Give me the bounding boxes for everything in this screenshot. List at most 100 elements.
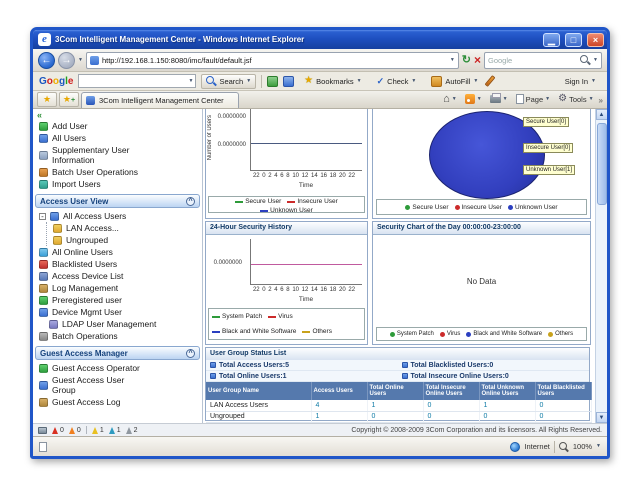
- nav-supplementary-user-information[interactable]: Supplementary User Information: [33, 144, 202, 166]
- google-search-button[interactable]: Search ▼: [201, 74, 256, 89]
- print-button[interactable]: ▼: [487, 91, 511, 107]
- nav-all-users[interactable]: All Users: [33, 132, 202, 144]
- section-guest-access-manager[interactable]: Guest Access Manager ^: [35, 346, 200, 360]
- nav-all-access-users[interactable]: - All Access Users: [33, 210, 202, 222]
- check-button[interactable]: ✓ Check ▼: [372, 74, 422, 89]
- tools-dropdown-icon: ▼: [589, 97, 594, 102]
- search-icon[interactable]: [580, 55, 590, 65]
- nav-ldap-user-management[interactable]: LDAP User Management: [43, 318, 202, 330]
- section-access-user-view[interactable]: Access User View ^: [35, 194, 200, 208]
- y-tick-label: 0.0000000: [210, 260, 242, 266]
- zoom-dropdown-icon[interactable]: ▼: [596, 444, 601, 449]
- home-button[interactable]: ⌂▼: [440, 91, 460, 107]
- nav-blacklisted-users[interactable]: Blacklisted Users: [33, 258, 202, 270]
- nav-log-management[interactable]: Log Management: [33, 282, 202, 294]
- refresh-button[interactable]: ↻: [462, 55, 471, 66]
- vertical-scrollbar[interactable]: ▲ ▼: [595, 109, 607, 423]
- legend-item: Unknown User: [260, 207, 313, 214]
- page-menu-button[interactable]: Page▼: [513, 91, 553, 107]
- alarm-critical[interactable]: 0: [52, 427, 64, 434]
- value-cell[interactable]: 1: [367, 400, 423, 411]
- nav-add-user[interactable]: Add User: [33, 120, 202, 132]
- scrollbar-thumb[interactable]: [597, 123, 607, 205]
- value-cell[interactable]: 0: [535, 411, 591, 422]
- bookmarks-button[interactable]: ★ Bookmarks ▼: [299, 74, 366, 89]
- tab-imc[interactable]: 3Com Intelligent Management Center: [81, 92, 239, 108]
- alarm-info[interactable]: 2: [126, 427, 138, 434]
- highlighter-icon[interactable]: [485, 75, 496, 87]
- system-patch-swatch-icon: [212, 316, 220, 318]
- add-favorite-button[interactable]: ★+: [59, 92, 79, 107]
- nav-ungrouped[interactable]: Ungrouped: [47, 234, 202, 246]
- forward-button[interactable]: →: [58, 52, 75, 69]
- alarm-warning[interactable]: 1: [109, 427, 121, 434]
- sign-in-label: Sign In: [565, 77, 588, 86]
- value-cell[interactable]: 1: [311, 411, 367, 422]
- value-cell[interactable]: 0: [535, 400, 591, 411]
- collapse-section-icon[interactable]: ^: [186, 197, 195, 206]
- autofill-label: AutoFill: [445, 77, 470, 86]
- critical-alarm-icon: [52, 427, 58, 434]
- plus-icon: +: [71, 97, 75, 104]
- collapse-navigation-button[interactable]: «: [33, 111, 202, 120]
- popup-blocker-icon[interactable]: [283, 76, 294, 87]
- stop-button[interactable]: ×: [474, 54, 481, 66]
- address-field[interactable]: http://192.168.1.150:8080/imc/fault/defa…: [86, 52, 459, 69]
- value-cell[interactable]: 4: [311, 400, 367, 411]
- history-dropdown-icon[interactable]: ▼: [78, 58, 83, 63]
- group-name-cell[interactable]: Ungrouped: [206, 411, 311, 422]
- favorites-center-button[interactable]: ★: [37, 92, 57, 107]
- nav-device-mgmt-user[interactable]: Device Mgmt User: [33, 306, 202, 318]
- nav-batch-operations[interactable]: Batch Operations: [33, 330, 202, 342]
- nav-guest-access-operator[interactable]: Guest Access Operator: [33, 362, 202, 374]
- group-name-cell[interactable]: LAN Access Users: [206, 400, 311, 411]
- maximize-button[interactable]: □: [565, 33, 582, 47]
- copyright-text: Copyright © 2008-2009 3Com Corporation a…: [351, 427, 602, 434]
- alarm-minor[interactable]: 1: [92, 427, 104, 434]
- nav-batch-user-operations[interactable]: Batch User Operations: [33, 166, 202, 178]
- user-count-chart-panel: Number of Users 0.0000000 0.0000000 22 0…: [205, 109, 368, 219]
- google-search-input[interactable]: ▼: [78, 74, 196, 88]
- nav-guest-access-user-group[interactable]: Guest Access User Group: [33, 374, 202, 396]
- nav-preregistered-user[interactable]: Preregistered user: [33, 294, 202, 306]
- collapse-section-icon[interactable]: ^: [186, 349, 195, 358]
- back-button[interactable]: ←: [38, 52, 55, 69]
- close-button[interactable]: ×: [587, 33, 604, 47]
- zero-series-line: [251, 143, 362, 144]
- minimize-button[interactable]: ▁: [543, 33, 560, 47]
- x-axis-label: Time: [250, 182, 362, 189]
- tools-menu-button[interactable]: ⚙Tools▼: [555, 91, 596, 107]
- value-cell[interactable]: 0: [479, 411, 535, 422]
- tree-expander-icon[interactable]: -: [39, 213, 46, 220]
- nav-access-device-list[interactable]: Access Device List: [33, 270, 202, 282]
- send-to-icon[interactable]: [267, 76, 278, 87]
- nav-all-online-users[interactable]: All Online Users: [33, 246, 202, 258]
- value-cell[interactable]: 1: [479, 400, 535, 411]
- page-icon: [516, 94, 524, 104]
- log-management-icon: [39, 284, 48, 293]
- summary-total-access-users: Total Access Users:5: [206, 360, 398, 371]
- nav-import-users[interactable]: Import Users: [33, 178, 202, 190]
- zoom-level[interactable]: 100%: [573, 442, 592, 451]
- value-cell[interactable]: 0: [423, 411, 479, 422]
- scroll-down-icon[interactable]: ▼: [596, 412, 608, 423]
- toolbar-overflow-icon[interactable]: »: [599, 96, 603, 105]
- alarm-major[interactable]: 0: [69, 427, 81, 434]
- google-search-dropdown-icon[interactable]: ▼: [189, 79, 194, 84]
- scroll-up-icon[interactable]: ▲: [596, 109, 608, 120]
- search-dropdown-icon[interactable]: ▼: [593, 58, 598, 63]
- address-dropdown-icon[interactable]: ▼: [450, 58, 455, 63]
- value-cell[interactable]: 0: [423, 400, 479, 411]
- alarm-status-bar: 0 0 1 1 2 Copyright © 2008-2009 3Com Cor…: [33, 423, 607, 436]
- zoom-icon[interactable]: [559, 442, 569, 452]
- value-cell[interactable]: 0: [367, 411, 423, 422]
- legend-item: Insecure User: [455, 204, 502, 211]
- nav-lan-access[interactable]: LAN Access...: [47, 222, 202, 234]
- nav-guest-access-log[interactable]: Guest Access Log: [33, 396, 202, 408]
- autofill-button[interactable]: AutoFill ▼: [426, 74, 483, 89]
- sign-in-button[interactable]: Sign In ▼: [560, 74, 601, 89]
- search-box[interactable]: Google ▼: [484, 52, 602, 69]
- feeds-button[interactable]: ▼: [462, 91, 485, 107]
- title-bar[interactable]: e 3Com Intelligent Management Center - W…: [33, 30, 607, 49]
- bookmarks-label: Bookmarks: [316, 77, 354, 86]
